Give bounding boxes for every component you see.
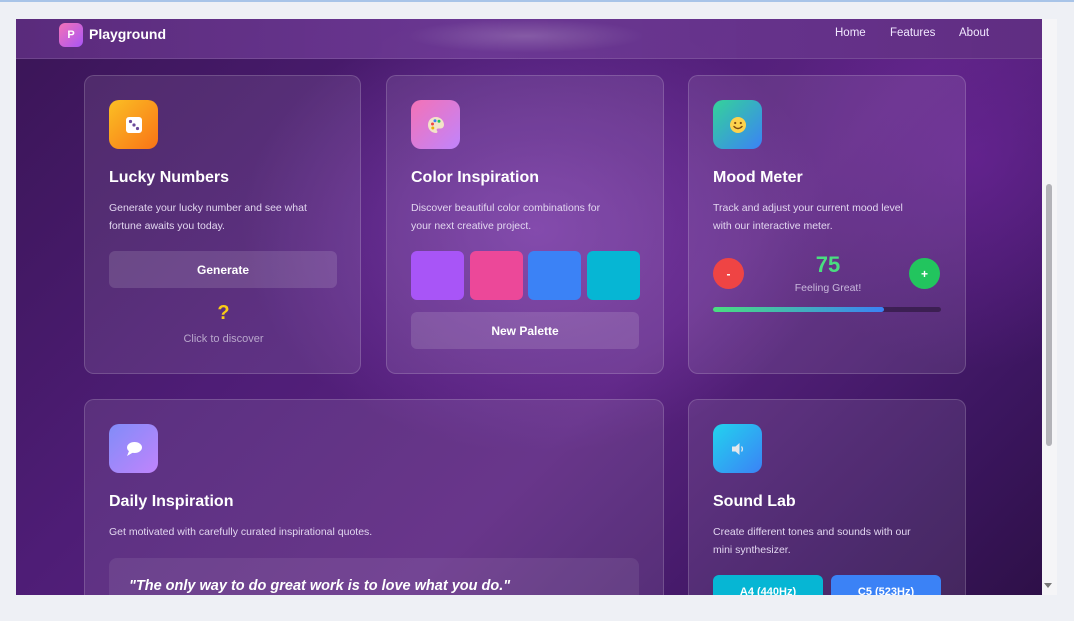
nav-link-about[interactable]: About: [959, 27, 989, 39]
mood-meter-track: [713, 307, 941, 312]
mood-increase-button[interactable]: +: [909, 258, 940, 289]
mood-meter-fill: [713, 307, 884, 312]
dice-icon: [109, 100, 158, 149]
new-palette-button[interactable]: New Palette: [411, 312, 639, 349]
color-desc-line2: your next creative project.: [411, 220, 532, 232]
daily-inspiration-title: Daily Inspiration: [109, 493, 234, 510]
color-swatch-1[interactable]: [411, 251, 464, 300]
lucky-numbers-card: Lucky Numbers Generate your lucky number…: [84, 75, 361, 374]
lucky-desc-line2: fortune awaits you today.: [109, 220, 225, 232]
mood-decrease-button[interactable]: -: [713, 258, 744, 289]
sound-lab-title: Sound Lab: [713, 493, 796, 510]
brand-name[interactable]: Playground: [89, 26, 166, 42]
mood-meter-card: Mood Meter Track and adjust your current…: [688, 75, 966, 374]
mood-desc-line1: Track and adjust your current mood level: [713, 202, 903, 214]
color-swatch-3[interactable]: [528, 251, 581, 300]
color-swatch-4[interactable]: [587, 251, 640, 300]
mood-meter-description: Track and adjust your current mood level…: [713, 199, 903, 235]
speech-bubble-icon: [109, 424, 158, 473]
sound-desc-line1: Create different tones and sounds with o…: [713, 526, 911, 538]
lucky-numbers-description: Generate your lucky number and see what …: [109, 199, 307, 235]
sound-desc-line2: mini synthesizer.: [713, 544, 791, 556]
top-border: [0, 0, 1074, 2]
scrollbar[interactable]: [1042, 19, 1057, 595]
page-viewport: P Playground Home Features About Lucky N…: [16, 19, 1042, 595]
navbar: P Playground Home Features About: [16, 19, 1042, 59]
color-desc-line1: Discover beautiful color combinations fo…: [411, 202, 601, 214]
color-inspiration-title: Color Inspiration: [411, 169, 539, 186]
mood-meter-title: Mood Meter: [713, 169, 803, 186]
nav-link-features[interactable]: Features: [890, 27, 935, 39]
scroll-down-arrow-icon[interactable]: [1044, 583, 1052, 588]
speaker-icon: [713, 424, 762, 473]
daily-inspiration-card: Daily Inspiration Get motivated with car…: [84, 399, 664, 595]
tone-a4-button[interactable]: A4 (440Hz): [713, 575, 823, 595]
tone-c5-button[interactable]: C5 (523Hz): [831, 575, 941, 595]
logo-icon[interactable]: P: [59, 23, 83, 47]
color-swatch-2[interactable]: [470, 251, 523, 300]
daily-inspiration-description: Get motivated with carefully curated ins…: [109, 526, 373, 538]
scrollbar-thumb[interactable]: [1046, 184, 1052, 446]
quote-box: "The only way to do great work is to lov…: [109, 558, 639, 595]
color-inspiration-card: Color Inspiration Discover beautiful col…: [386, 75, 664, 374]
generate-button[interactable]: Generate: [109, 251, 337, 288]
sound-lab-card: Sound Lab Create different tones and sou…: [688, 399, 966, 595]
mood-value: 75: [815, 252, 841, 277]
mood-desc-line2: with our interactive meter.: [713, 220, 833, 232]
navbar-glow: [406, 19, 646, 53]
lucky-result: ?: [217, 302, 230, 324]
lucky-desc-line1: Generate your lucky number and see what: [109, 202, 307, 214]
lucky-hint: Click to discover: [183, 333, 264, 345]
quote-text: "The only way to do great work is to lov…: [129, 578, 511, 594]
color-inspiration-description: Discover beautiful color combinations fo…: [411, 199, 600, 235]
palette-icon: [411, 100, 460, 149]
nav-link-home[interactable]: Home: [835, 27, 866, 39]
lucky-numbers-title: Lucky Numbers: [109, 169, 230, 186]
mood-status: Feeling Great!: [794, 282, 862, 294]
sound-lab-description: Create different tones and sounds with o…: [713, 523, 911, 559]
smiley-icon: [713, 100, 762, 149]
